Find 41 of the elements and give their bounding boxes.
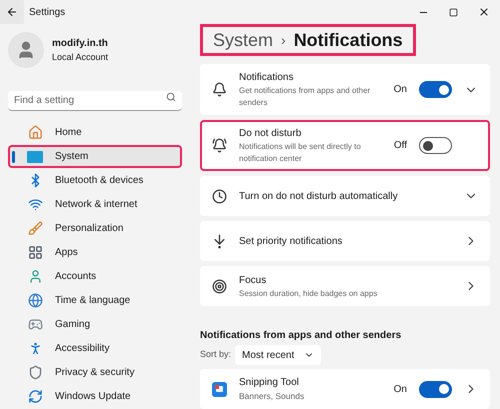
sort-dropdown[interactable]: Most recent <box>235 345 322 365</box>
setting-title: Set priority notifications <box>239 234 344 248</box>
nav-item[interactable]: Personalization <box>8 217 182 240</box>
toggle-state: Off <box>394 139 407 153</box>
window-title: Settings <box>29 6 66 20</box>
nav-item[interactable]: Windows Update <box>8 385 182 408</box>
nav-item[interactable]: Apps <box>8 241 182 264</box>
setting-description: Notifications will be sent directly to notification center <box>239 141 362 165</box>
nav-item[interactable]: Accessibility <box>8 337 182 360</box>
setting-title: Focus <box>239 274 268 288</box>
setting-card[interactable]: Turn on do not disturb automatically <box>200 176 490 216</box>
setting-title: Notifications <box>239 71 294 85</box>
app-name: Snipping Tool <box>239 376 300 390</box>
search-field[interactable]: Find a setting <box>8 91 182 111</box>
setting-card[interactable]: Focus Session duration, hide badges on apps <box>200 266 490 306</box>
nav-item[interactable]: Privacy & security <box>8 361 182 384</box>
nav-item[interactable]: Network & internet <box>8 193 182 216</box>
setting-description: Session duration, hide badges on apps <box>239 288 378 300</box>
app-card[interactable]: Snipping Tool Banners, Sounds On <box>200 369 490 409</box>
setting-card[interactable]: Do not disturb Notifications will be sent directly to notification center Off <box>200 120 490 171</box>
setting-description: Get notifications from apps and other senders <box>239 85 372 109</box>
breadcrumb-parent[interactable]: System <box>213 26 274 54</box>
section-heading: Notifications from apps and other senders <box>200 329 402 343</box>
breadcrumb-separator: › <box>281 30 286 50</box>
nav-item[interactable]: System <box>8 145 182 168</box>
nav-item[interactable]: Bluetooth & devices <box>8 169 182 192</box>
nav-item[interactable]: Home <box>8 121 182 144</box>
toggle-state: On <box>394 83 407 97</box>
setting-title: Turn on do not disturb automatically <box>239 190 399 204</box>
nav-item[interactable]: Gaming <box>8 313 182 336</box>
setting-card[interactable]: Notifications Get notifications from apps and other senders On <box>200 64 490 115</box>
app-description: Banners, Sounds <box>239 390 306 403</box>
nav-item[interactable]: Accounts <box>8 265 182 288</box>
sort-label: Sort by: <box>200 348 232 362</box>
toggle-state: On <box>394 382 407 396</box>
account-type: Local Account <box>52 50 108 64</box>
page-title: Notifications <box>294 28 403 52</box>
setting-card[interactable]: Set priority notifications <box>200 221 490 261</box>
profile-name: modify.in.th <box>52 36 108 51</box>
setting-title: Do not disturb <box>239 127 302 141</box>
nav-item[interactable]: Time & language <box>8 289 182 312</box>
